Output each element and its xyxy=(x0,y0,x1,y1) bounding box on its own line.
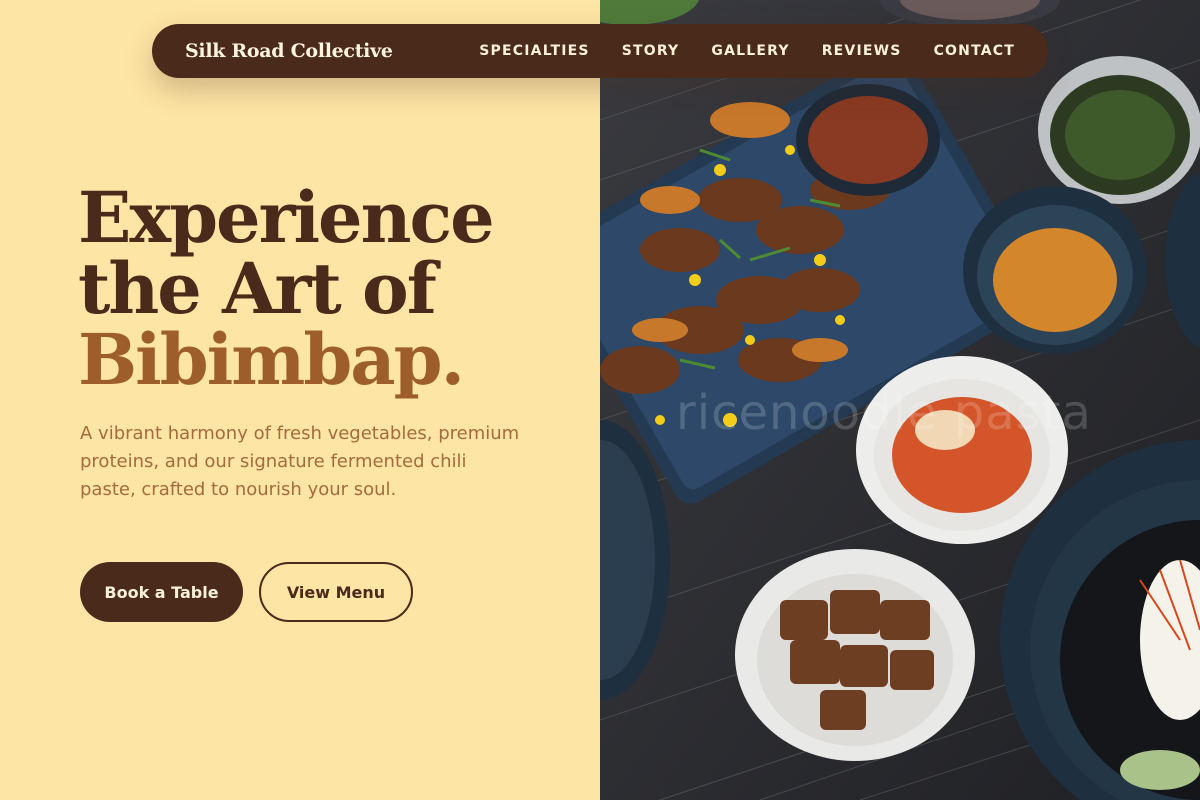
nav-link-specialties[interactable]: SPECIALTIES xyxy=(479,43,589,59)
hero-title-line-1: Experience xyxy=(78,176,495,259)
hero-description: A vibrant harmony of fresh vegetables, p… xyxy=(80,423,520,500)
hero-food-photo: ricenoodle pasta xyxy=(600,0,1200,800)
top-navbar: Silk Road Collective SPECIALTIES STORY G… xyxy=(152,24,1048,78)
view-menu-button[interactable]: View Menu xyxy=(259,562,413,622)
nav-links: SPECIALTIES STORY GALLERY REVIEWS CONTAC… xyxy=(447,43,1015,59)
nav-link-story[interactable]: STORY xyxy=(622,43,680,59)
hero-title-line-2: the Art of xyxy=(78,247,437,330)
nav-link-reviews[interactable]: REVIEWS xyxy=(822,43,902,59)
image-watermark: ricenoodle pasta xyxy=(676,385,1092,441)
hero-title-accent: Bibimbap. xyxy=(78,318,465,401)
nav-link-gallery[interactable]: GALLERY xyxy=(711,43,789,59)
book-table-button[interactable]: Book a Table xyxy=(80,562,243,622)
hero-title: Experience the Art of Bibimbap. xyxy=(78,176,495,401)
nav-link-contact[interactable]: CONTACT xyxy=(934,43,1015,59)
brand-logo[interactable]: Silk Road Collective xyxy=(185,40,393,62)
